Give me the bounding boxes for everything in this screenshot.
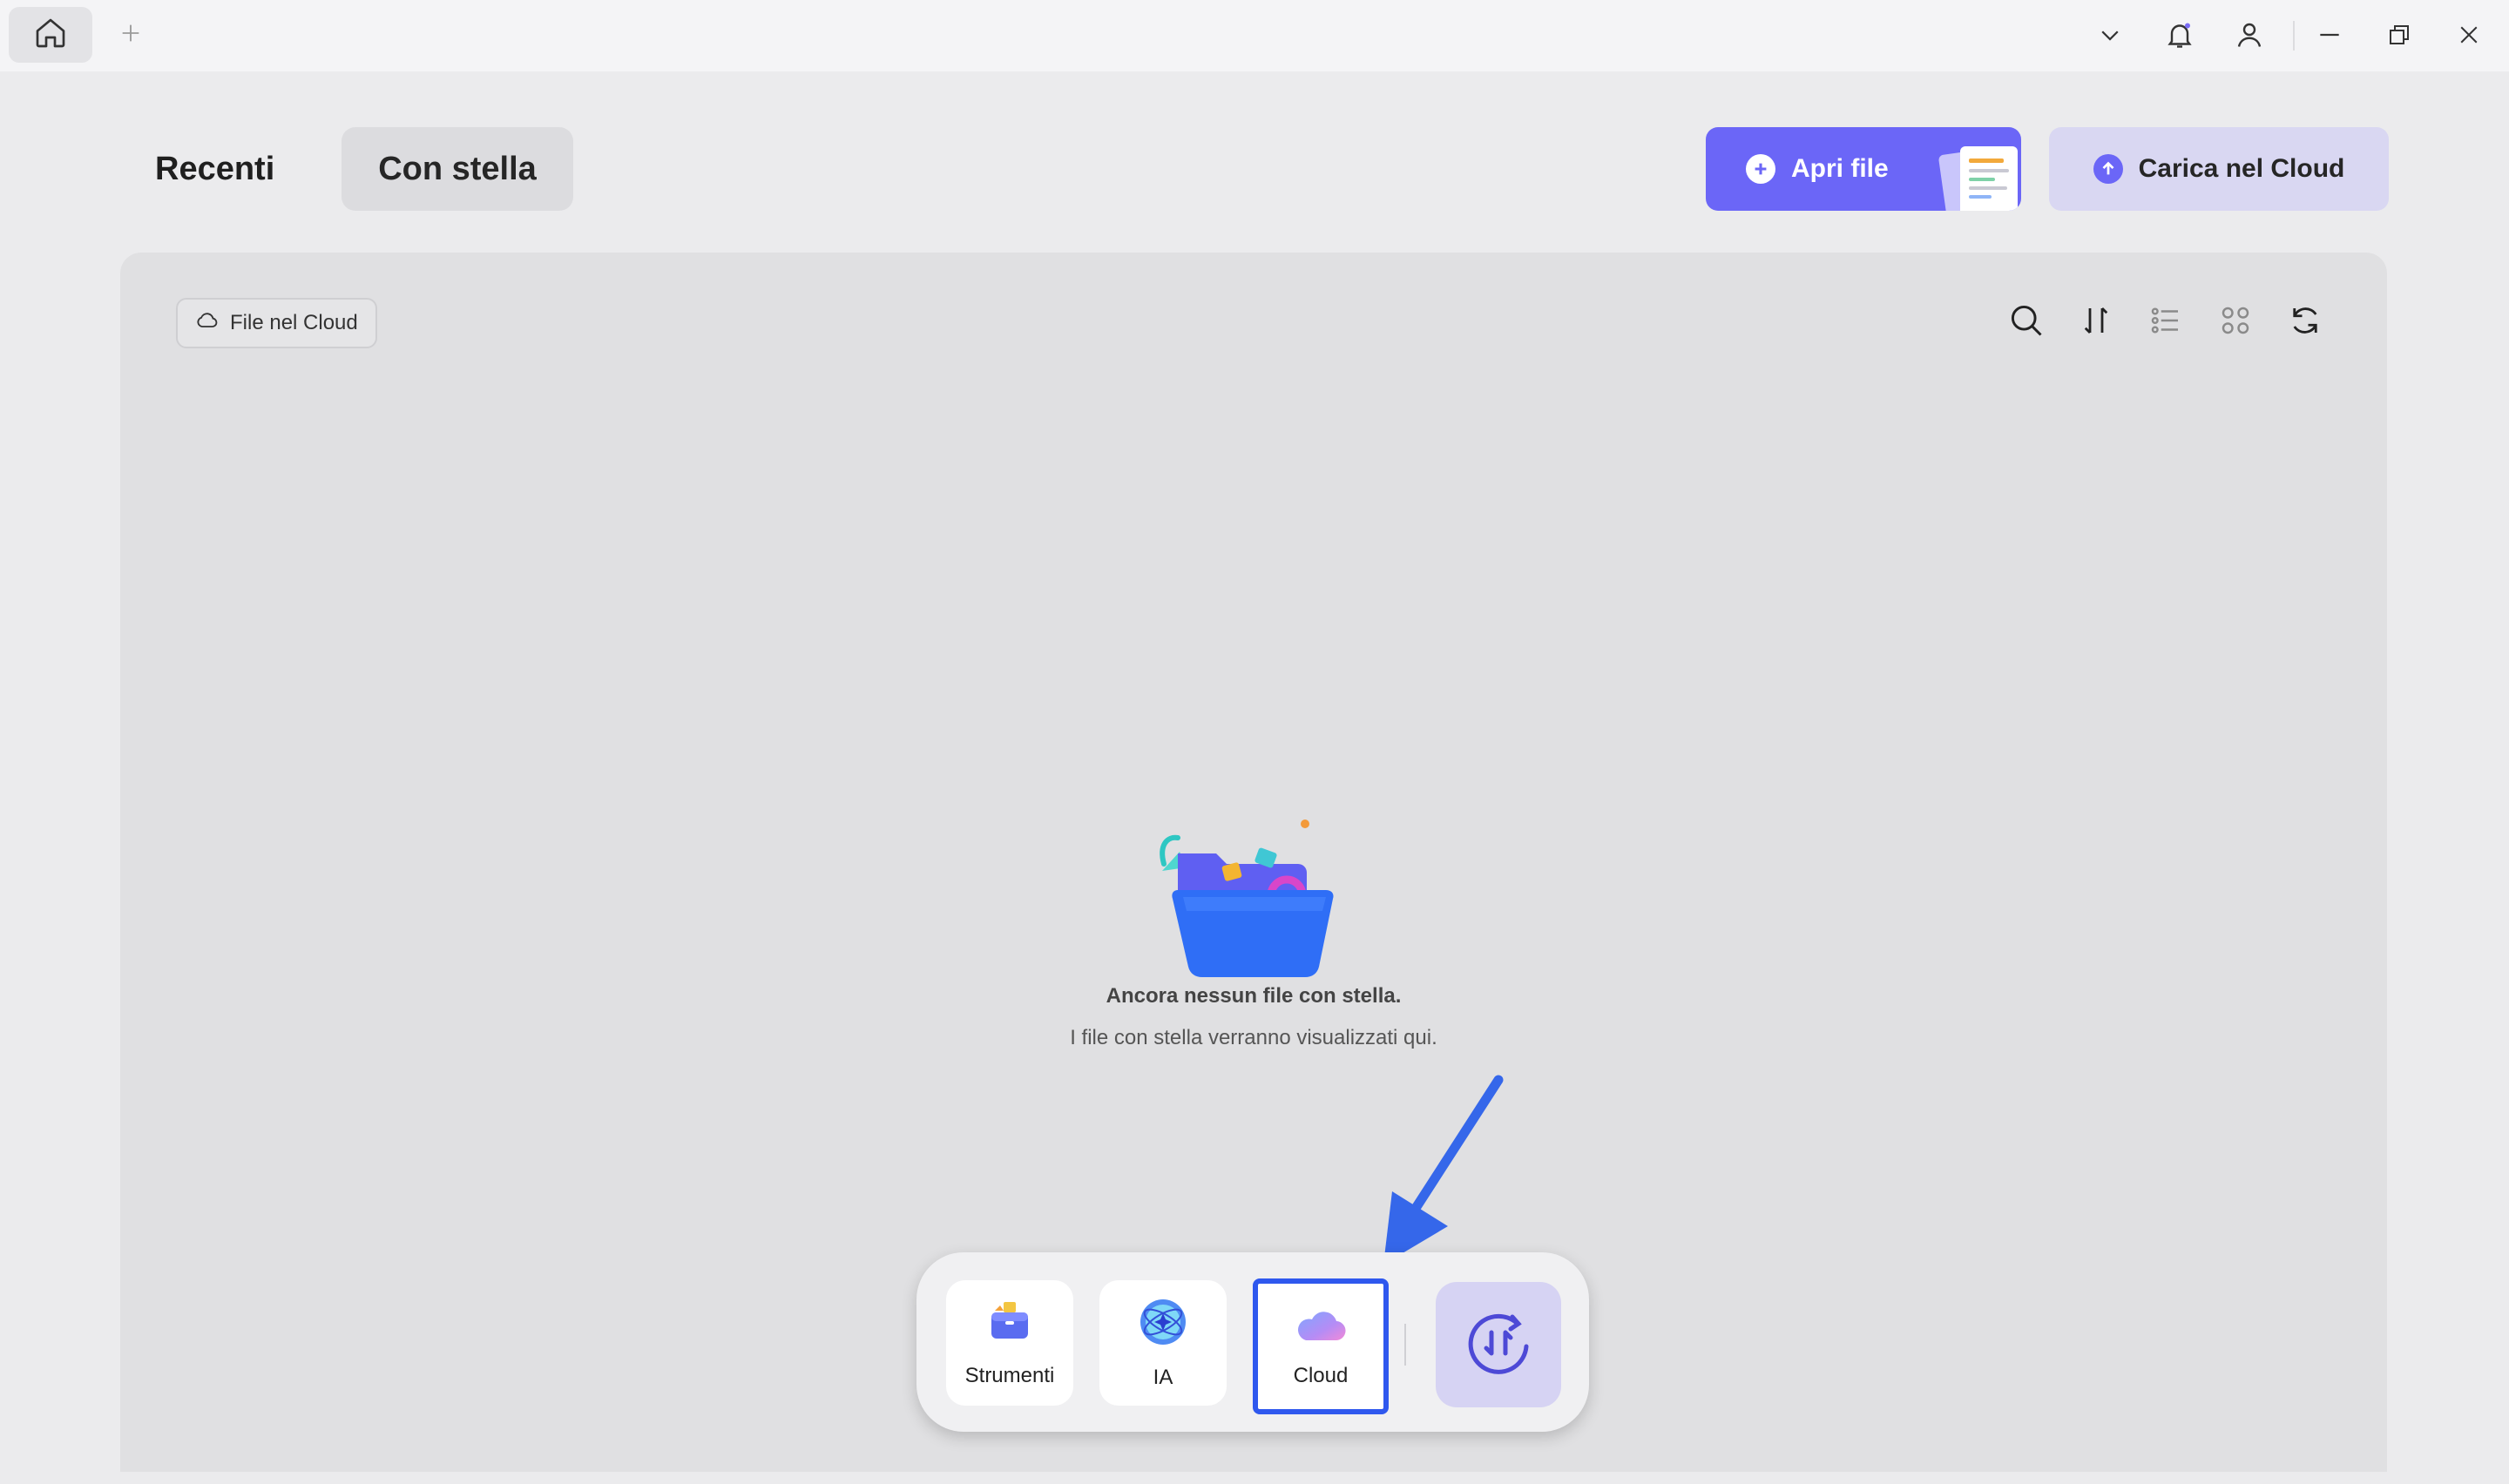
dock-divider (1404, 1324, 1406, 1366)
plus-circle-icon (1746, 154, 1775, 184)
search-button[interactable] (2004, 300, 2049, 345)
minimize-button[interactable] (2310, 17, 2349, 56)
grid-view-icon (2217, 302, 2254, 343)
upload-arrow-icon (2093, 154, 2123, 184)
cloud-icon (1294, 1305, 1348, 1352)
refresh-icon (2287, 302, 2323, 343)
grid-view-button[interactable] (2213, 300, 2258, 345)
sort-icon (2078, 302, 2114, 343)
dock-item-ia[interactable]: IA (1099, 1280, 1227, 1406)
documents-illustration (1938, 146, 2018, 211)
cloud-files-filter-label: File nel Cloud (230, 311, 358, 334)
upload-to-cloud-button[interactable]: Carica nel Cloud (2049, 127, 2389, 211)
title-bar (0, 0, 2509, 71)
tab-recenti[interactable]: Recenti (129, 127, 301, 211)
home-tab[interactable] (9, 7, 92, 63)
account-button[interactable] (2230, 17, 2269, 56)
chevron-down-icon (2097, 22, 2123, 52)
cloud-files-filter-chip[interactable]: File nel Cloud (176, 298, 377, 348)
restore-button[interactable] (2380, 17, 2418, 56)
ai-orb-icon (1138, 1297, 1188, 1353)
dock-label-strumenti: Strumenti (964, 1363, 1055, 1387)
dock-label-ia: IA (1153, 1365, 1173, 1389)
convert-button[interactable] (1436, 1282, 1561, 1407)
bell-icon (2164, 19, 2195, 55)
notifications-button[interactable] (2161, 17, 2199, 56)
bottom-dock: Strumenti IA Cloud (916, 1252, 1589, 1432)
empty-state-title: Ancora nessun file con stella. (1106, 984, 1402, 1008)
user-icon (2234, 19, 2265, 55)
search-icon (2007, 301, 2046, 344)
minimize-icon (2316, 21, 2343, 53)
refresh-button[interactable] (2282, 300, 2328, 345)
plus-icon (118, 21, 143, 50)
titlebar-divider (2293, 21, 2295, 51)
dock-item-cloud[interactable]: Cloud (1253, 1278, 1389, 1414)
close-window-button[interactable] (2450, 17, 2488, 56)
sort-button[interactable] (2073, 300, 2119, 345)
empty-state-subtitle: I file con stella verranno visualizzati … (1070, 1026, 1437, 1049)
open-file-label: Apri file (1791, 154, 1889, 183)
convert-icon (1462, 1306, 1535, 1384)
toolbox-icon (986, 1298, 1033, 1352)
upload-to-cloud-label: Carica nel Cloud (2138, 154, 2345, 183)
app-window: Recenti Con stella Apri file Carica nel … (0, 0, 2509, 1484)
list-view-icon (2147, 302, 2184, 343)
list-view-button[interactable] (2143, 300, 2188, 345)
dock-label-cloud: Cloud (1293, 1363, 1349, 1387)
close-icon (2456, 22, 2482, 52)
empty-folder-illustration (1160, 820, 1334, 977)
dropdown-button[interactable] (2091, 17, 2129, 56)
new-tab-button[interactable] (113, 17, 148, 52)
open-file-button[interactable]: Apri file (1706, 127, 2021, 211)
tab-con-stella[interactable]: Con stella (342, 127, 573, 211)
cloud-outline-icon (195, 308, 220, 339)
dock-item-strumenti[interactable]: Strumenti (946, 1280, 1073, 1406)
restore-icon (2386, 22, 2412, 52)
home-icon (33, 16, 68, 55)
